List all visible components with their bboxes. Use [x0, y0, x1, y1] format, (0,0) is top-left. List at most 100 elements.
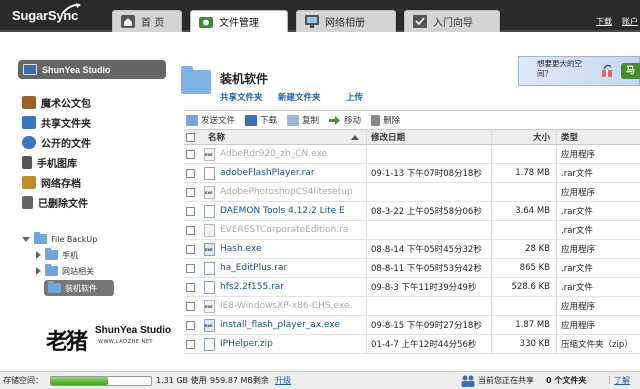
account-link[interactable]: 账户: [622, 16, 638, 27]
table-row[interactable]: install_flash_player_ax.exe09-8-15 下午09时…: [184, 316, 640, 335]
learn-more-link[interactable]: 了解: [614, 375, 630, 386]
row-checkbox[interactable]: [186, 302, 195, 311]
row-checkbox[interactable]: [186, 226, 195, 235]
brand-logo: 老猪: [46, 329, 88, 355]
send-file-button[interactable]: 发送文件: [186, 114, 235, 126]
expand-arrow-icon[interactable]: [36, 267, 41, 275]
file-name[interactable]: IE8-WindowsXP-x86-CHS.exe: [220, 297, 370, 315]
copy-button[interactable]: 复制: [287, 114, 319, 126]
column-date[interactable]: 修改日期: [366, 130, 491, 144]
file-name[interactable]: IPHelper.zip: [220, 335, 370, 353]
sidebar-item-label: 共享文件夹: [41, 118, 91, 130]
table-header: 名称 修改日期 大小 类型: [184, 130, 640, 145]
sidebar-item-web-archive[interactable]: 网络存档: [22, 174, 81, 190]
row-checkbox[interactable]: [186, 169, 195, 178]
row-checkbox[interactable]: [186, 340, 195, 349]
file-type: .rar文件: [556, 164, 640, 182]
tab-file-manager[interactable]: 文件管理: [190, 10, 288, 32]
file-name[interactable]: hfs2.2f155.rar: [220, 278, 370, 296]
storage-progress-fill: [51, 377, 108, 385]
table-row[interactable]: hfs2.2f155.rar 09-8-3 下午11时39分49秒 528.6 KB…: [184, 278, 640, 297]
file-name[interactable]: DAEMON Tools 4.12.2 Lite E: [220, 202, 370, 220]
move-arrow-icon: [329, 115, 341, 125]
row-checkbox[interactable]: [186, 264, 195, 273]
tab-home[interactable]: 首 页: [112, 10, 182, 32]
file-name[interactable]: adobeFlashPlayer.rar: [220, 164, 370, 182]
table-row[interactable]: DAEMON Tools 4.12.2 Lite E 08-3-22 上午05时5…: [184, 202, 640, 221]
row-checkbox[interactable]: [186, 321, 195, 330]
exe-file-icon: [204, 243, 215, 256]
file-name[interactable]: AdobePhotoshopCS4litesetup: [220, 183, 370, 201]
row-checkbox[interactable]: [186, 283, 195, 292]
column-type[interactable]: 类型: [556, 130, 640, 144]
new-folder-link[interactable]: 新建文件夹: [278, 91, 321, 103]
table-row[interactable]: Hash.exe08-8-14 下午05时45分32秒28 KB应用程序: [184, 240, 640, 259]
file-size: 865 KB: [491, 259, 554, 277]
file-name[interactable]: EVERESTCorporateEdition.ra: [220, 221, 370, 239]
table-row[interactable]: IPHelper.zip 01-4-7 上午12时44分56秒 330 KB 压缩文件…: [184, 335, 640, 354]
row-checkbox[interactable]: [186, 188, 195, 197]
file-name[interactable]: Hash.exe: [220, 240, 370, 258]
folder-title: 装机软件: [220, 72, 269, 86]
table-row[interactable]: ha_EditPlus.rar 08-8-11 下午05时53分42秒 865 KB…: [184, 259, 640, 278]
storage-used: 1.31 GB 使用: [156, 376, 207, 385]
table-row[interactable]: IE8-WindowsXP-x86-CHS.exe 应用程序: [184, 297, 640, 316]
table-row[interactable]: adobeFlashPlayer.rar 09-1-13 下午07时08分18秒 1…: [184, 164, 640, 183]
sort-ascending-icon[interactable]: [351, 135, 359, 140]
tree-item-website[interactable]: 网站相关: [36, 264, 94, 278]
file-size: 330 KB: [491, 335, 554, 353]
main-panel: 装机软件 共享文件夹 新建文件夹 上传 想要更大的空间？ 马 发送文件 下载 复…: [178, 34, 640, 371]
file-date: [366, 145, 491, 163]
row-checkbox[interactable]: [186, 207, 195, 216]
tab-label: 文件管理: [219, 18, 259, 29]
file-size: [491, 297, 554, 315]
folder-icon: [45, 248, 58, 260]
column-size[interactable]: 大小: [491, 130, 554, 144]
sidebar-item-label: 网络存档: [41, 178, 81, 190]
sidebar-item-mobile-photos[interactable]: 手机图库: [22, 154, 77, 170]
delete-button[interactable]: 删除: [371, 114, 400, 126]
sidebar-item-label: 手机图库: [37, 158, 77, 170]
select-all-checkbox[interactable]: [186, 133, 195, 142]
upgrade-banner[interactable]: 想要更大的空间？ 马: [518, 56, 640, 86]
tree-item-mobile[interactable]: 手机: [36, 248, 78, 262]
file-name[interactable]: ha_EditPlus.rar: [220, 259, 370, 277]
download-link[interactable]: 下载: [596, 16, 612, 27]
briefcase-icon: [22, 95, 36, 109]
move-button[interactable]: 移动: [329, 114, 361, 126]
expand-arrow-icon[interactable]: [36, 251, 41, 259]
banner-button[interactable]: 马: [621, 63, 640, 79]
row-checkbox[interactable]: [186, 150, 195, 159]
sidebar-item-shared-folders[interactable]: 共享文件夹: [22, 114, 91, 130]
upload-link[interactable]: 上传: [346, 91, 363, 103]
tree-root[interactable]: File BackUp: [22, 232, 97, 246]
trash-icon: [22, 195, 33, 209]
device-selector[interactable]: ShunYea Studio: [18, 60, 166, 79]
tree-item-software[interactable]: 装机软件: [48, 281, 97, 295]
collapse-arrow-icon[interactable]: [22, 236, 30, 242]
file-type: 压缩文件夹（zip）: [556, 335, 640, 353]
file-name[interactable]: AdbeRdr920_zh_CN.exe: [220, 145, 370, 163]
sidebar-item-magic-briefcase[interactable]: 魔术公文包: [22, 94, 91, 110]
sharing-text: 当前您正在共享: [478, 376, 534, 385]
row-checkbox[interactable]: [186, 245, 195, 254]
file-icon: [204, 338, 215, 351]
table-row[interactable]: EVERESTCorporateEdition.ra .rar文件: [184, 221, 640, 240]
users-icon: [461, 375, 475, 387]
sidebar-item-public-files[interactable]: 公开的文件: [22, 134, 91, 150]
sidebar-item-deleted-files[interactable]: 已删除文件: [22, 194, 88, 210]
table-row[interactable]: AdbeRdr920_zh_CN.exe 应用程序: [184, 145, 640, 164]
tab-web-album[interactable]: 网络相册: [296, 10, 396, 32]
table-row[interactable]: AdobePhotoshopCS4litesetup 应用程序: [184, 183, 640, 202]
file-size: 1.78 MB: [491, 164, 554, 182]
file-name[interactable]: install_flash_player_ax.exe: [220, 316, 370, 334]
tab-getting-started[interactable]: 入门向导: [404, 10, 500, 32]
share-folder-link[interactable]: 共享文件夹: [220, 91, 263, 103]
folder-icon: [45, 264, 58, 276]
upgrade-link[interactable]: 升级: [275, 375, 291, 386]
file-icon: [204, 224, 215, 237]
sharing-count: 0 个文件夹: [546, 376, 587, 385]
download-button[interactable]: 下载: [245, 114, 277, 126]
column-name[interactable]: 名称: [208, 130, 363, 144]
copy-icon: [287, 114, 300, 126]
